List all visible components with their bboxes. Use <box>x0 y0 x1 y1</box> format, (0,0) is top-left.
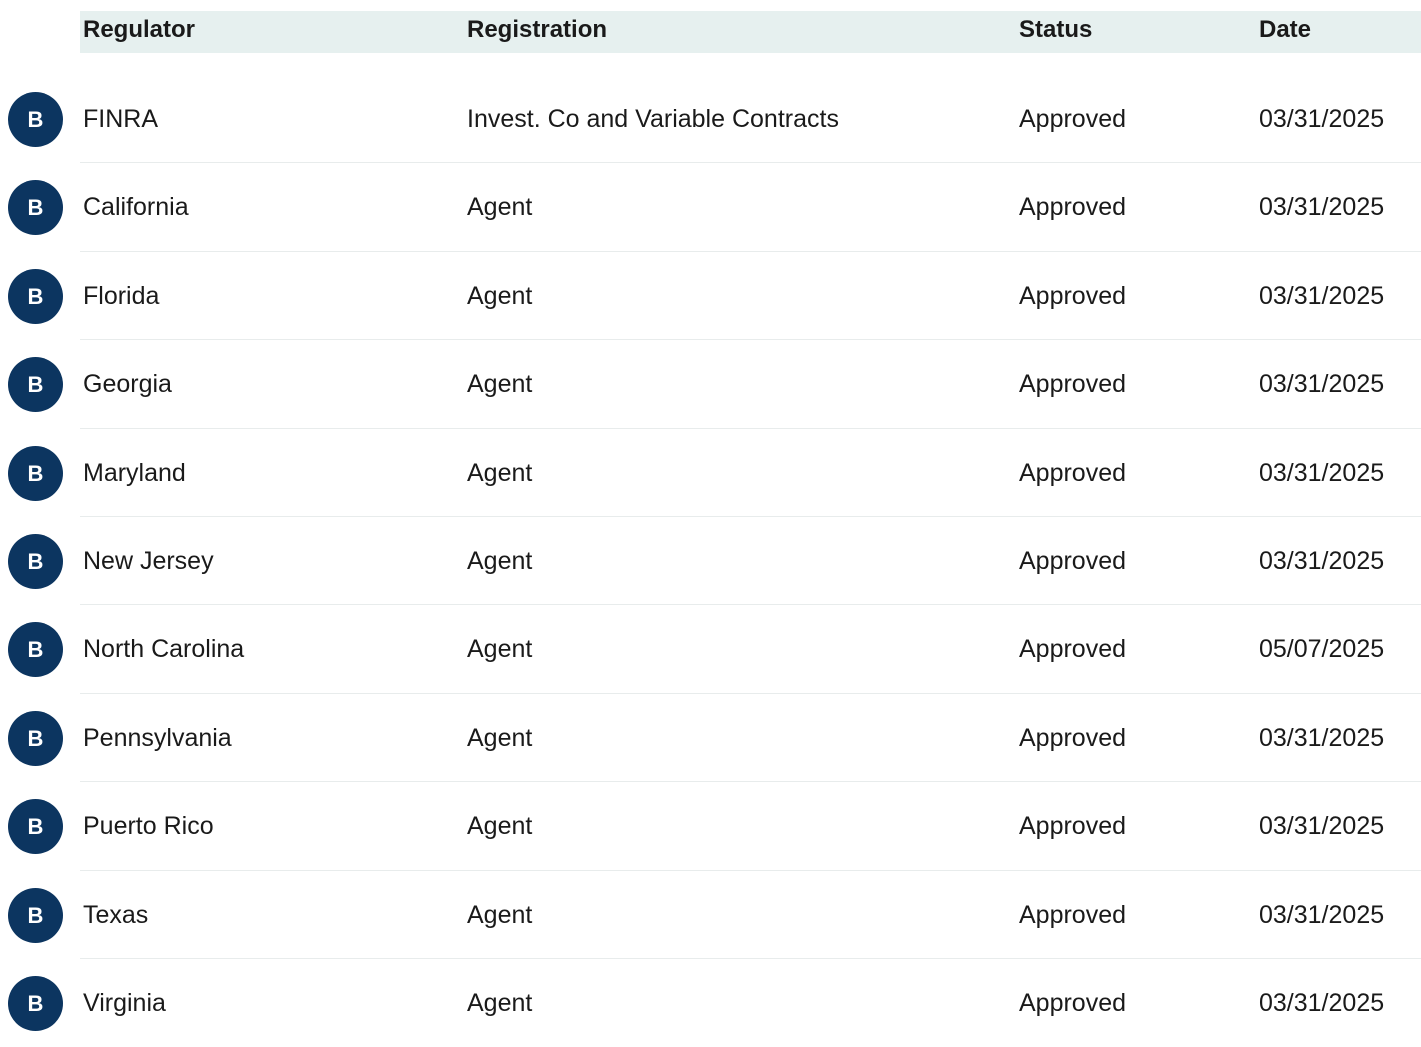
table-row[interactable]: B Maryland Agent Approved 03/31/2025 <box>0 429 1421 518</box>
regulator-cell: Puerto Rico <box>83 812 214 841</box>
registration-type-badge: B <box>8 180 63 236</box>
table-row[interactable]: B California Agent Approved 03/31/2025 <box>0 163 1421 253</box>
date-cell: 03/31/2025 <box>1259 546 1385 575</box>
date-cell: 03/31/2025 <box>1259 105 1385 133</box>
registration-cell: Agent <box>467 812 533 841</box>
status-cell: Approved <box>1019 900 1127 929</box>
registration-type-badge: B <box>8 533 63 589</box>
date-cell: 03/31/2025 <box>1259 370 1385 399</box>
status-cell: Approved <box>1019 988 1127 1017</box>
table-row[interactable]: B Florida Agent Approved 03/31/2025 <box>0 252 1421 341</box>
regulator-cell: Maryland <box>83 458 186 487</box>
registration-cell: Agent <box>467 193 533 222</box>
registration-type-badge: B <box>8 445 63 501</box>
date-cell: 03/31/2025 <box>1259 193 1385 222</box>
date-cell: 03/31/2025 <box>1259 900 1385 929</box>
date-cell: 03/31/2025 <box>1259 281 1385 310</box>
table-row[interactable]: B North Carolina Agent Approved 05/07/20… <box>0 605 1421 695</box>
registration-type-badge: B <box>8 975 63 1031</box>
regulator-cell: Pennsylvania <box>83 723 232 752</box>
date-cell: 05/07/2025 <box>1259 635 1385 664</box>
registration-type-badge: B <box>8 887 63 943</box>
table-row[interactable]: B New Jersey Agent Approved 03/31/2025 <box>0 517 1421 606</box>
registration-cell: Agent <box>467 635 533 664</box>
registration-type-badge: B <box>8 357 63 413</box>
regulator-cell: FINRA <box>83 105 158 133</box>
status-cell: Approved <box>1019 546 1127 575</box>
header-regulator[interactable]: Regulator <box>83 11 195 53</box>
date-cell: 03/31/2025 <box>1259 812 1385 841</box>
registration-type-badge: B <box>8 710 63 766</box>
table-row[interactable]: B Virginia Agent Approved 03/31/2025 <box>0 959 1421 1047</box>
date-cell: 03/31/2025 <box>1259 988 1385 1017</box>
registration-cell: Agent <box>467 458 533 487</box>
table-row[interactable]: B Texas Agent Approved 03/31/2025 <box>0 871 1421 960</box>
registration-cell: Agent <box>467 546 533 575</box>
table-row[interactable]: B Puerto Rico Agent Approved 03/31/2025 <box>0 782 1421 871</box>
registration-cell: Agent <box>467 370 533 399</box>
header-date[interactable]: Date <box>1259 11 1311 53</box>
registration-cell: Agent <box>467 723 533 752</box>
table-row[interactable]: B Pennsylvania Agent Approved 03/31/2025 <box>0 694 1421 783</box>
status-cell: Approved <box>1019 458 1127 487</box>
registration-list: B FINRA Invest. Co and Variable Contract… <box>0 75 1421 1047</box>
registration-cell: Agent <box>467 900 533 929</box>
header-registration[interactable]: Registration <box>467 11 607 53</box>
regulator-cell: North Carolina <box>83 635 245 664</box>
table-row[interactable]: B FINRA Invest. Co and Variable Contract… <box>0 75 1421 164</box>
regulator-cell: Virginia <box>83 988 166 1017</box>
registration-cell: Invest. Co and Variable Contracts <box>467 105 839 133</box>
registration-type-badge: B <box>8 622 63 678</box>
regulator-cell: Florida <box>83 281 160 310</box>
registration-type-badge: B <box>8 92 63 147</box>
registration-type-badge: B <box>8 799 63 855</box>
registration-type-badge: B <box>8 268 63 324</box>
regulator-cell: Texas <box>83 900 149 929</box>
status-cell: Approved <box>1019 193 1127 222</box>
regulator-cell: New Jersey <box>83 546 214 575</box>
table-header: Regulator Registration Status Date <box>80 11 1421 53</box>
status-cell: Approved <box>1019 370 1127 399</box>
regulator-cell: California <box>83 193 189 222</box>
status-cell: Approved <box>1019 723 1127 752</box>
registration-cell: Agent <box>467 988 533 1017</box>
status-cell: Approved <box>1019 105 1127 133</box>
date-cell: 03/31/2025 <box>1259 723 1385 752</box>
header-status[interactable]: Status <box>1019 11 1092 53</box>
registration-cell: Agent <box>467 281 533 310</box>
table-row[interactable]: B Georgia Agent Approved 03/31/2025 <box>0 340 1421 429</box>
status-cell: Approved <box>1019 281 1127 310</box>
status-cell: Approved <box>1019 812 1127 841</box>
regulator-cell: Georgia <box>83 370 172 399</box>
status-cell: Approved <box>1019 635 1127 664</box>
date-cell: 03/31/2025 <box>1259 458 1385 487</box>
